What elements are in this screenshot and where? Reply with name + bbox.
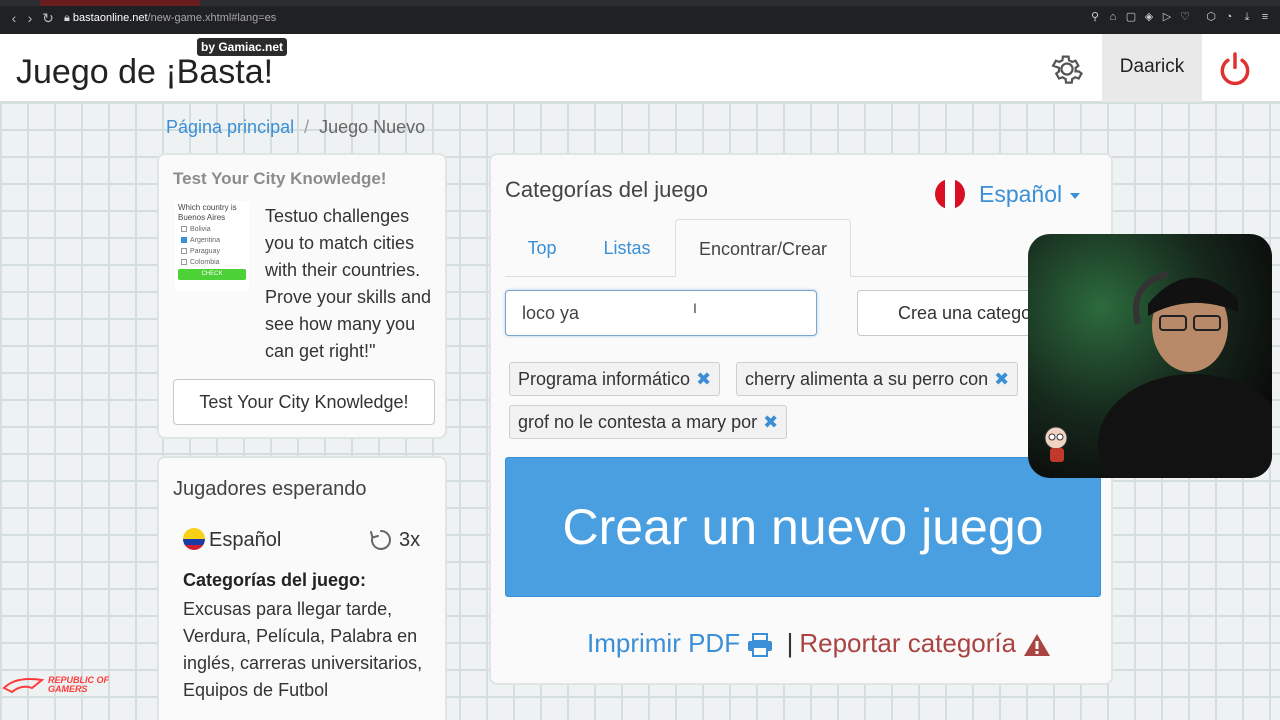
ad-image-option: Bolivia	[181, 225, 211, 234]
ad-panel: Test Your City Knowledge! Which country …	[157, 153, 447, 439]
players-waiting-panel: Jugadores esperando Español 3x Categoría…	[157, 456, 447, 720]
category-chip: Programa informático ✖	[509, 362, 721, 396]
back-icon[interactable]: ‹	[6, 10, 22, 26]
category-chip-label: grof no le contesta a mary por	[518, 412, 758, 432]
ad-image-option: Argentina	[181, 236, 220, 245]
game-language: Español	[209, 529, 282, 551]
lock-icon: 🔒︎	[64, 12, 70, 24]
active-tab[interactable]	[40, 0, 200, 6]
browser-toolbar: ‹ › ↻ 🔒︎ bastaonline.net/new-game.xhtml#…	[0, 0, 1280, 34]
remove-icon[interactable]: ✖	[994, 363, 1009, 395]
breadcrumb: Página principal / Juego Nuevo	[166, 116, 425, 138]
ad-cta-button[interactable]: Test Your City Knowledge!	[173, 379, 435, 425]
ad-image-option: Colombia	[181, 258, 220, 267]
url-path: /new-game.xhtml#lang=es	[147, 12, 277, 24]
text-cursor-icon: I	[693, 300, 697, 316]
breadcrumb-current: Juego Nuevo	[319, 117, 426, 137]
tab-top[interactable]: Top	[505, 219, 579, 277]
download-icon[interactable]: ⤓	[1240, 10, 1254, 24]
zoom-icon[interactable]: ⚲	[1088, 10, 1102, 24]
remove-icon[interactable]: ✖	[696, 363, 711, 395]
streamer-video	[1098, 271, 1272, 478]
extensions-icon[interactable]: ⬡	[1204, 10, 1218, 24]
address-bar[interactable]: 🔒︎ bastaonline.net/new-game.xhtml#lang=e…	[64, 10, 276, 26]
colombia-flag-icon	[183, 528, 205, 550]
rounds-count: 3x	[399, 529, 421, 551]
rog-watermark-text: REPUBLIC OF GAMERS	[48, 675, 110, 694]
game-categories-title: Categorías del juego	[505, 177, 709, 202]
waiting-categories-title: Categorías del juego:	[183, 570, 367, 590]
rounds-icon	[370, 530, 391, 550]
cartoon-avatar-icon	[1044, 426, 1068, 462]
language-select[interactable]: Español	[979, 179, 1081, 209]
screenshot-icon[interactable]: ▢	[1124, 10, 1138, 24]
category-chip-label: cherry alimenta a su perro con	[745, 369, 989, 389]
ad-image[interactable]: Which country is Buenos Aires Bolivia Ar…	[175, 201, 249, 291]
gear-icon[interactable]	[1048, 50, 1086, 88]
footer-separator: |	[786, 628, 794, 658]
printer-icon	[748, 633, 773, 658]
players-waiting-title: Jugadores esperando	[173, 478, 367, 500]
breadcrumb-separator: /	[304, 117, 310, 137]
shield-icon[interactable]: ◈	[1142, 10, 1156, 24]
menu-icon[interactable]: ≡	[1258, 10, 1272, 24]
remove-icon[interactable]: ✖	[763, 406, 778, 438]
report-category-link[interactable]: Reportar categoría	[799, 628, 1051, 658]
wallet-icon[interactable]: ◔	[1222, 10, 1236, 24]
category-search-input[interactable]: loco ya	[505, 290, 817, 336]
print-pdf-label: Imprimir PDF	[587, 628, 741, 658]
power-icon[interactable]	[1216, 50, 1254, 88]
heart-icon[interactable]: ♡	[1178, 10, 1192, 24]
gamiac-badge[interactable]: by Gamiac.net	[197, 38, 288, 56]
peru-flag-icon	[935, 179, 965, 209]
caret-down-icon	[1070, 192, 1081, 199]
category-tabs: Top Listas Encontrar/Crear	[505, 219, 1101, 277]
language-select-label: Español	[979, 181, 1063, 207]
category-chip: grof no le contesta a mary por ✖	[509, 405, 788, 439]
ad-image-check-button: CHECK	[178, 269, 246, 280]
webcam-overlay	[1028, 234, 1272, 478]
breadcrumb-home-link[interactable]: Página principal	[166, 117, 294, 137]
waiting-categories-list: Excusas para llegar tarde, Verdura, Pelí…	[183, 599, 423, 700]
create-new-game-button[interactable]: Crear un nuevo juego	[505, 457, 1101, 597]
report-category-label: Reportar categoría	[799, 628, 1017, 658]
tab-find-create[interactable]: Encontrar/Crear	[675, 219, 851, 277]
user-name: Daarick	[1119, 56, 1185, 77]
forward-icon[interactable]: ›	[22, 10, 38, 26]
url-host: bastaonline.net	[72, 12, 148, 24]
play-icon[interactable]: ▷	[1160, 10, 1174, 24]
reload-icon[interactable]: ↻	[40, 10, 56, 26]
user-menu[interactable]: Daarick	[1102, 34, 1202, 102]
ad-title[interactable]: Test Your City Knowledge!	[173, 169, 386, 189]
panel-footer-links: Imprimir PDF | Reportar categoría	[587, 627, 1051, 659]
category-chip: cherry alimenta a su perro con ✖	[736, 362, 1019, 396]
tab-lists[interactable]: Listas	[587, 219, 667, 277]
pin-icon[interactable]: ⌂	[1106, 10, 1120, 24]
print-pdf-link[interactable]: Imprimir PDF	[587, 628, 781, 658]
category-chip-label: Programa informático	[518, 369, 691, 389]
ad-description: Testuo challenges you to match cities wi…	[265, 206, 432, 361]
warning-icon	[1024, 634, 1051, 657]
site-title[interactable]: Juego de ¡Basta!	[16, 52, 273, 92]
game-categories-panel: Categorías del juego Español Top Listas …	[489, 153, 1113, 685]
ad-image-option: Paraguay	[181, 247, 220, 256]
ad-image-question: Which country is Buenos Aires	[178, 203, 237, 222]
